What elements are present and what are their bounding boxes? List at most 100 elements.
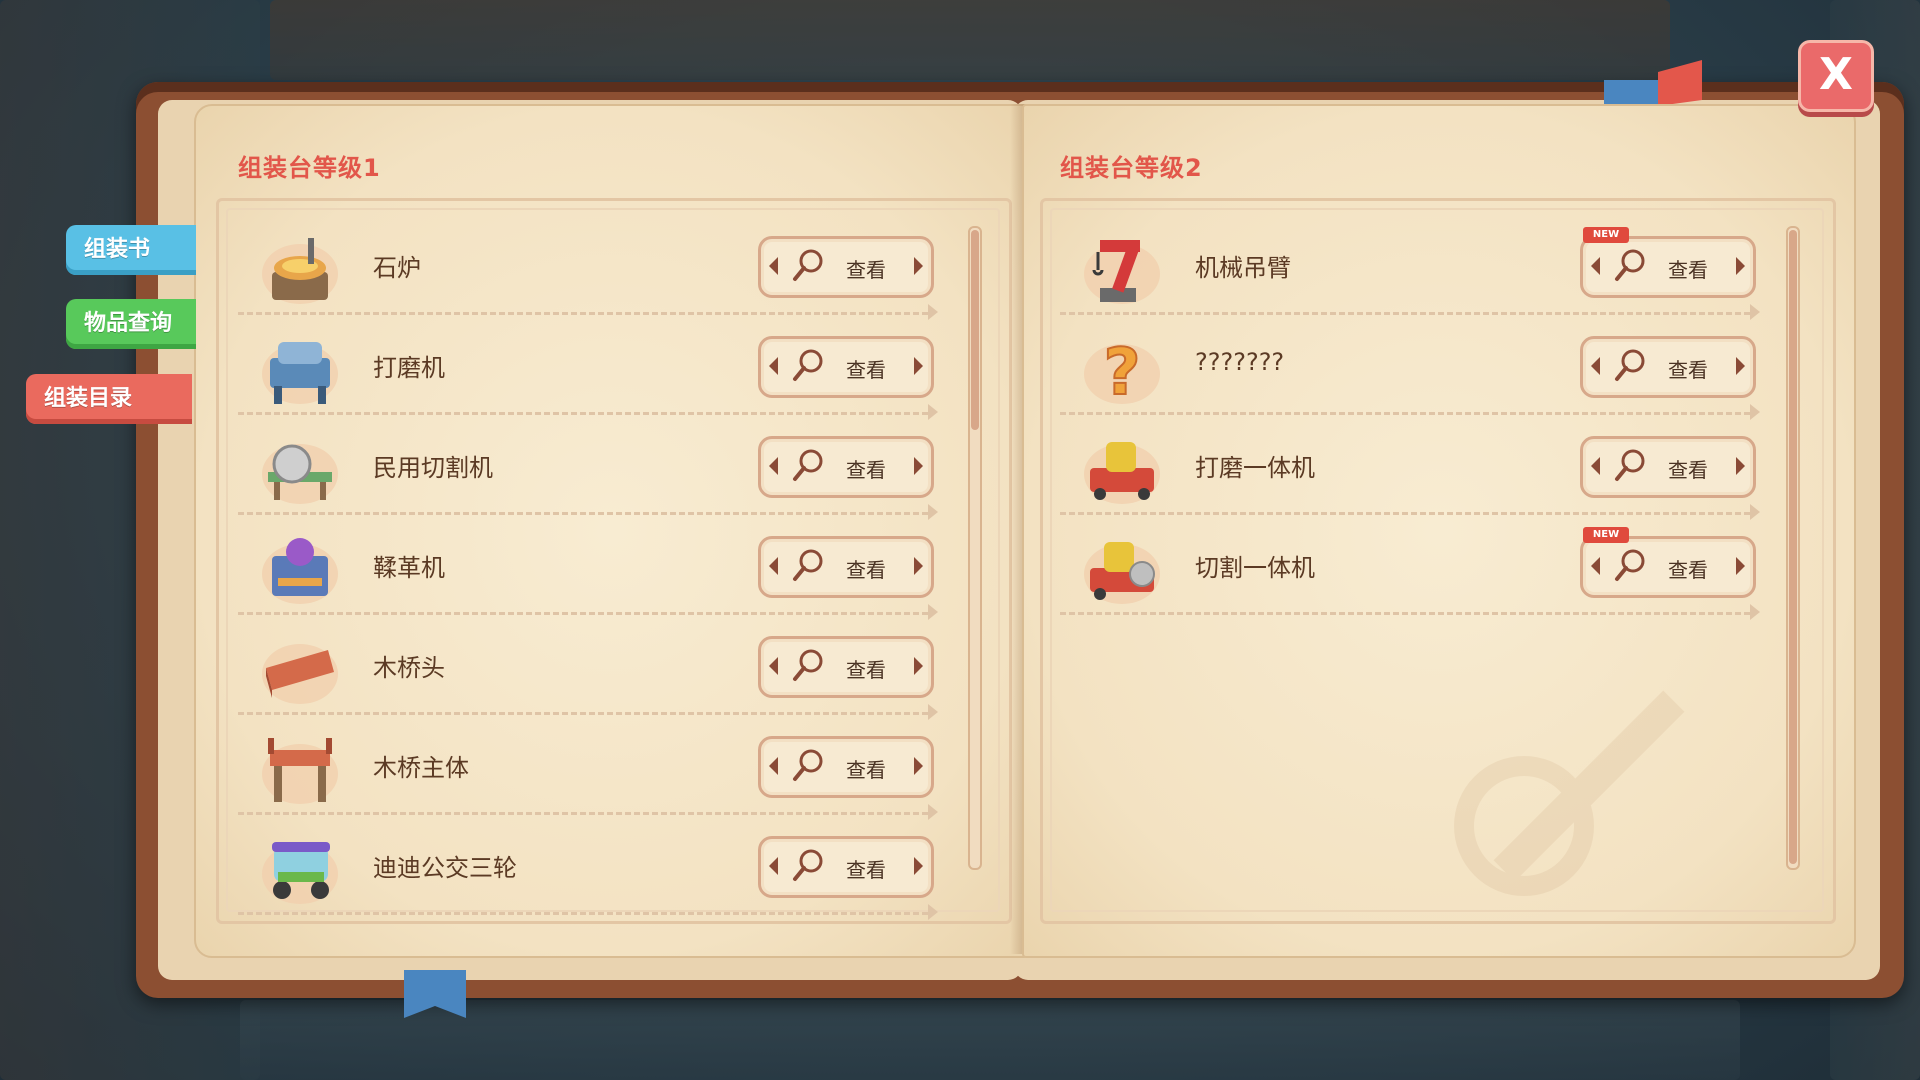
arrow-left-icon <box>769 757 778 775</box>
list-item: ???????? 查看 <box>1060 318 1780 420</box>
right-scrollbar[interactable] <box>1786 226 1800 870</box>
view-button-label: 查看 <box>846 758 886 782</box>
list-item: 打磨一体机 查看 <box>1060 418 1780 520</box>
item-name: 迪迪公交三轮 <box>373 854 517 882</box>
tricycle-icon <box>262 842 338 904</box>
view-button[interactable]: 查看 <box>758 536 934 598</box>
wooden-bridge-head-icon <box>262 644 338 704</box>
bookmark-ribbon-bottom <box>404 970 466 1018</box>
view-button[interactable]: 查看 <box>758 736 934 798</box>
item-thumb-bg <box>258 528 342 608</box>
integrated-cutter-icon <box>1084 542 1160 604</box>
row-divider <box>238 612 928 615</box>
arrow-left-icon <box>1591 257 1600 275</box>
list-item: 切割一体机 NEW 查看 <box>1060 518 1780 620</box>
arrow-left-icon <box>769 357 778 375</box>
arrow-left-icon <box>1591 457 1600 475</box>
view-button[interactable]: 查看 <box>758 636 934 698</box>
item-thumb-bg <box>258 828 342 908</box>
row-divider <box>1060 512 1750 515</box>
magnifier-icon <box>793 449 823 481</box>
left-scrollbar-thumb[interactable] <box>971 230 979 430</box>
magnifier-icon <box>793 349 823 381</box>
background-scenery-top <box>270 0 1670 80</box>
view-button[interactable]: 查看 <box>758 836 934 898</box>
row-divider <box>1060 312 1750 315</box>
item-thumb-bg <box>1080 528 1164 608</box>
item-name: 石炉 <box>373 254 421 282</box>
divider-arrow-icon <box>928 904 938 920</box>
view-button-label: 查看 <box>846 558 886 582</box>
left-page: 组装台等级1 石炉 查看 打磨机 查看 民用切割机 查看 鞣革机 查看 木桥头 查看 木桥主体 查看迪… <box>194 104 1028 958</box>
view-button[interactable]: 查看 <box>758 236 934 298</box>
divider-arrow-icon <box>1750 604 1760 620</box>
integrated-grinder-icon <box>1084 442 1160 504</box>
item-thumb-bg <box>258 628 342 708</box>
left-scrollbar[interactable] <box>968 226 982 870</box>
magnifier-icon <box>793 249 823 281</box>
view-button[interactable]: 查看 <box>1580 436 1756 498</box>
magnifier-icon <box>793 849 823 881</box>
arrow-left-icon <box>769 857 778 875</box>
view-button[interactable]: NEW 查看 <box>1580 227 1756 298</box>
close-button[interactable]: X <box>1798 40 1874 112</box>
list-item: 机械吊臂 NEW 查看 <box>1060 218 1780 320</box>
item-name: 打磨机 <box>373 354 445 382</box>
mechanical-arm-icon <box>1084 240 1160 304</box>
magnifier-icon <box>1615 249 1645 281</box>
view-button-label: 查看 <box>846 458 886 482</box>
arrow-right-icon <box>1736 257 1745 275</box>
arrow-right-icon <box>1736 557 1745 575</box>
arrow-right-icon <box>914 557 923 575</box>
arrow-right-icon <box>914 257 923 275</box>
arrow-right-icon <box>914 457 923 475</box>
list-item: 木桥头 查看 <box>238 618 958 720</box>
item-name: 民用切割机 <box>373 454 493 482</box>
view-button[interactable]: 查看 <box>758 336 934 398</box>
view-button[interactable]: NEW 查看 <box>1580 527 1756 598</box>
row-divider <box>238 712 928 715</box>
arrow-left-icon <box>1591 357 1600 375</box>
magnifier-icon <box>1615 349 1645 381</box>
decorative-wrench-icon <box>1454 690 1685 896</box>
row-divider <box>1060 412 1750 415</box>
magnifier-icon <box>793 749 823 781</box>
right-page-title: 组装台等级2 <box>1060 154 1203 182</box>
view-button[interactable]: 查看 <box>1580 336 1756 398</box>
arrow-right-icon <box>1736 357 1745 375</box>
list-item: 鞣革机 查看 <box>238 518 958 620</box>
view-button[interactable]: 查看 <box>758 436 934 498</box>
list-item: 民用切割机 查看 <box>238 418 958 520</box>
item-thumb-bg <box>1080 228 1164 308</box>
item-thumb-bg <box>258 228 342 308</box>
arrow-left-icon <box>769 457 778 475</box>
list-item: 打磨机 查看 <box>238 318 958 420</box>
svg-text:?: ? <box>1103 336 1140 408</box>
arrow-left-icon <box>1591 557 1600 575</box>
list-item: 木桥主体 查看 <box>238 718 958 820</box>
list-item: 石炉 查看 <box>238 218 958 320</box>
list-item: 迪迪公交三轮 查看 <box>238 818 958 920</box>
wooden-bridge-body-icon <box>262 738 338 804</box>
arrow-right-icon <box>914 757 923 775</box>
view-button-label: 查看 <box>1668 458 1708 482</box>
row-divider <box>238 512 928 515</box>
new-badge: NEW <box>1583 527 1629 543</box>
item-name: ??????? <box>1195 348 1285 376</box>
unknown-question-icon: ? <box>1084 335 1160 411</box>
row-divider <box>1060 612 1750 615</box>
tab-assembly-book[interactable]: 组装书 <box>66 225 196 275</box>
magnifier-icon <box>793 649 823 681</box>
item-thumb-bg <box>258 328 342 408</box>
view-button-label: 查看 <box>846 358 886 382</box>
tab-item-query[interactable]: 物品查询 <box>66 299 196 349</box>
item-thumb-bg: ? <box>1080 328 1164 411</box>
arrow-left-icon <box>769 257 778 275</box>
magnifier-icon <box>793 549 823 581</box>
view-button-label: 查看 <box>1668 358 1708 382</box>
right-scrollbar-thumb[interactable] <box>1789 230 1797 864</box>
new-badge: NEW <box>1583 227 1629 243</box>
arrow-right-icon <box>1736 457 1745 475</box>
item-name: 机械吊臂 <box>1195 254 1291 282</box>
tab-assembly-catalog[interactable]: 组装目录 <box>26 374 192 424</box>
